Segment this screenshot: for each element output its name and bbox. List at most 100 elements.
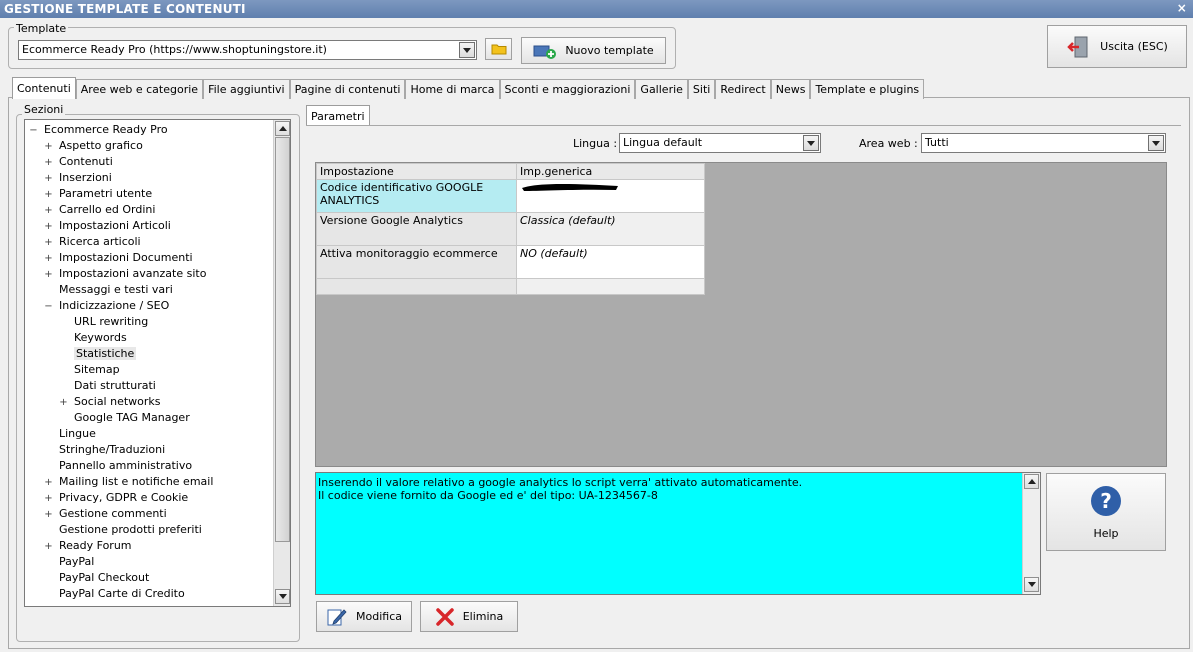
chevron-down-icon[interactable] (1148, 135, 1164, 151)
sidebar-item[interactable]: − Indicizzazione / SEO (44, 298, 169, 314)
tab-file-aggiuntivi[interactable]: File aggiuntivi (203, 79, 290, 99)
edit-pencil-icon (327, 608, 347, 625)
expand-icon[interactable]: + (44, 475, 53, 490)
svg-text:?: ? (1100, 489, 1112, 513)
sidebar-item[interactable]: Messaggi e testi vari (44, 282, 173, 298)
sidebar-item[interactable]: + Gestione commenti (44, 506, 166, 522)
sidebar-item-label: Social networks (74, 395, 161, 408)
area-web-select[interactable]: Tutti (921, 133, 1166, 153)
sidebar-item[interactable]: + Ready Forum (44, 538, 131, 554)
sidebar-item[interactable]: Dati strutturati (59, 378, 156, 394)
table-row-empty[interactable] (316, 278, 705, 295)
info-textbox[interactable]: Inserendo il valore relativo a google an… (315, 472, 1041, 595)
sidebar-item[interactable]: Sitemap (59, 362, 120, 378)
grid-cell-value[interactable]: NO (default) (516, 245, 705, 279)
expand-icon[interactable]: + (59, 395, 68, 410)
grid-cell-key[interactable] (316, 278, 517, 295)
sidebar-item-label: Aspetto grafico (59, 139, 143, 152)
sidebar-item[interactable]: Statistiche (59, 346, 137, 362)
grid-cell-value[interactable] (516, 278, 705, 295)
expand-icon[interactable]: + (44, 187, 53, 202)
sidebar-item[interactable]: + Inserzioni (44, 170, 112, 186)
expand-icon[interactable]: + (44, 251, 53, 266)
sidebar-item[interactable]: + Mailing list e notifiche email (44, 474, 213, 490)
modify-button[interactable]: Modifica (316, 601, 412, 632)
sidebar-item[interactable]: + Contenuti (44, 154, 112, 170)
table-row[interactable]: Versione Google Analytics Classica (defa… (316, 212, 705, 246)
sidebar-item[interactable]: + Privacy, GDPR e Cookie (44, 490, 188, 506)
help-button[interactable]: ? Help (1046, 473, 1166, 551)
tab-home-marca[interactable]: Home di marca (405, 79, 500, 99)
sidebar-item[interactable]: Gestione prodotti preferiti (44, 522, 202, 538)
sidebar-item[interactable]: + Impostazioni Documenti (44, 250, 192, 266)
table-row[interactable]: Codice identificativo GOOGLE ANALYTICS (316, 179, 705, 213)
new-template-button[interactable]: Nuovo template (521, 37, 666, 64)
tab-pagine-contenuti[interactable]: Pagine di contenuti (289, 79, 406, 99)
grid-header-setting[interactable]: Impostazione (316, 163, 517, 180)
grid-cell-key[interactable]: Versione Google Analytics (316, 212, 517, 246)
tab-sconti[interactable]: Sconti e maggiorazioni (499, 79, 636, 99)
scroll-up-icon[interactable] (1024, 474, 1039, 489)
tab-contenuti[interactable]: Contenuti (12, 77, 76, 99)
tab-gallerie[interactable]: Gallerie (635, 79, 688, 99)
open-folder-button[interactable] (485, 38, 512, 60)
tree-scrollbar[interactable] (273, 120, 290, 606)
tab-template-plugins[interactable]: Template e plugins (810, 79, 925, 99)
chevron-down-icon[interactable] (459, 42, 475, 58)
sidebar-item[interactable]: + Social networks (59, 394, 161, 410)
sidebar-item[interactable]: + Impostazioni avanzate sito (44, 266, 206, 282)
sidebar-item[interactable]: Lingue (44, 426, 96, 442)
exit-button[interactable]: Uscita (ESC) (1047, 25, 1187, 68)
sidebar-item[interactable]: Stringhe/Traduzioni (44, 442, 165, 458)
expand-icon[interactable]: + (44, 267, 53, 282)
table-row[interactable]: Attiva monitoraggio ecommerce NO (defaul… (316, 245, 705, 279)
sidebar-item[interactable]: PayPal Checkout (44, 570, 149, 586)
grid-header-value[interactable]: Imp.generica (516, 163, 705, 180)
expand-icon[interactable]: + (44, 155, 53, 170)
grid-cell-value[interactable] (516, 179, 705, 213)
tab-news[interactable]: News (770, 79, 811, 99)
sidebar-item[interactable]: + Ricerca articoli (44, 234, 140, 250)
sidebar-item[interactable]: − Ecommerce Ready Pro (29, 122, 167, 138)
sidebar-item[interactable]: Google TAG Manager (59, 410, 190, 426)
close-icon[interactable]: × (1177, 1, 1187, 15)
collapse-icon[interactable]: − (44, 299, 53, 314)
expand-icon[interactable]: + (44, 507, 53, 522)
delete-button[interactable]: Elimina (420, 601, 518, 632)
sidebar-item[interactable]: PayPal (44, 554, 94, 570)
chevron-down-icon[interactable] (803, 135, 819, 151)
sidebar-item[interactable]: URL rewriting (59, 314, 148, 330)
sidebar-item[interactable]: + Aspetto grafico (44, 138, 143, 154)
tab-parametri[interactable]: Parametri (306, 105, 370, 126)
expand-icon[interactable]: + (44, 539, 53, 554)
sidebar-item[interactable]: Keywords (59, 330, 127, 346)
grid-cell-value[interactable]: Classica (default) (516, 212, 705, 246)
tab-aree-web[interactable]: Aree web e categorie (75, 79, 204, 99)
settings-grid[interactable]: Impostazione Imp.generica Codice identif… (316, 163, 705, 295)
expand-icon[interactable]: + (44, 235, 53, 250)
sidebar-item[interactable]: PayPal Carte di Credito (44, 586, 185, 602)
info-scrollbar[interactable] (1022, 473, 1040, 594)
sections-tree[interactable]: − Ecommerce Ready Pro + Aspetto grafico + Con… (24, 119, 291, 607)
scroll-up-icon[interactable] (275, 121, 290, 136)
sidebar-item[interactable]: + Parametri utente (44, 186, 152, 202)
grid-cell-key[interactable]: Codice identificativo GOOGLE ANALYTICS (316, 179, 517, 213)
scroll-down-icon[interactable] (1024, 577, 1039, 592)
expand-icon[interactable]: + (44, 203, 53, 218)
sidebar-item[interactable]: + Carrello ed Ordini (44, 202, 155, 218)
sidebar-item[interactable]: + Impostazioni Articoli (44, 218, 171, 234)
expand-icon[interactable]: + (44, 491, 53, 506)
sidebar-item[interactable]: Pannello amministrativo (44, 458, 192, 474)
scroll-thumb[interactable] (275, 137, 290, 542)
collapse-icon[interactable]: − (29, 123, 38, 138)
expand-icon[interactable]: + (44, 219, 53, 234)
scroll-down-icon[interactable] (275, 589, 290, 604)
tab-siti[interactable]: Siti (687, 79, 716, 99)
grid-cell-key[interactable]: Attiva monitoraggio ecommerce (316, 245, 517, 279)
expand-icon[interactable]: + (44, 171, 53, 186)
template-select[interactable]: Ecommerce Ready Pro (https://www.shoptun… (18, 40, 477, 60)
tab-redirect[interactable]: Redirect (715, 79, 771, 99)
expand-icon[interactable]: + (44, 139, 53, 154)
lingua-select[interactable]: Lingua default (619, 133, 821, 153)
sidebar-item-label: Lingue (59, 427, 96, 440)
